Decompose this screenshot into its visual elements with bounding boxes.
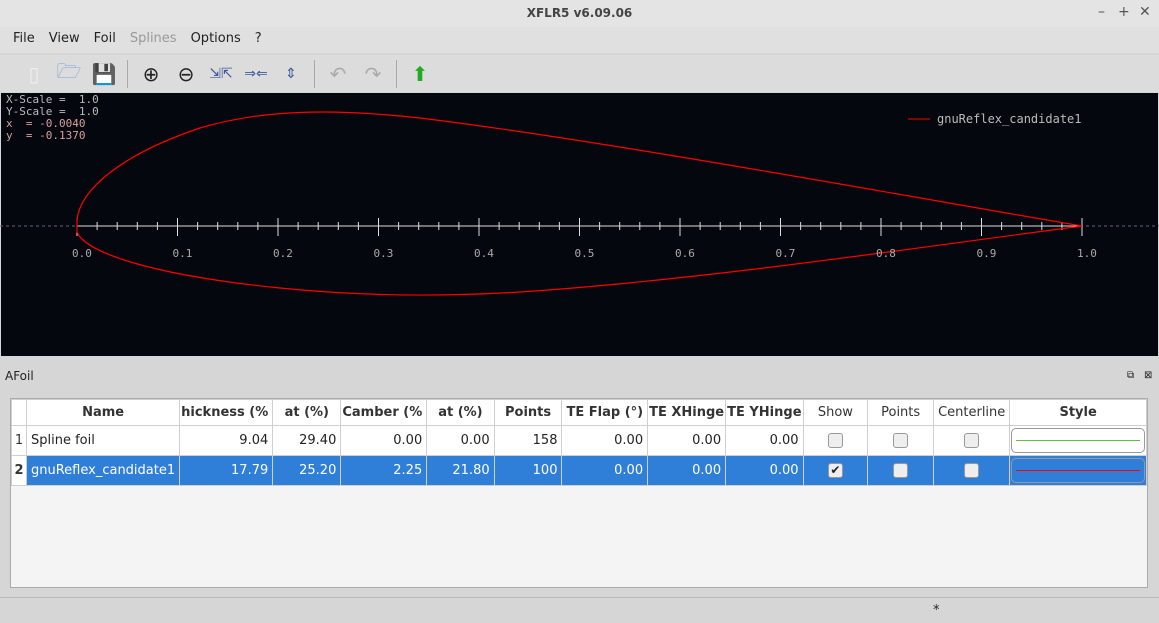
points-cell — [867, 425, 935, 456]
header-thickness-at[interactable]: at (%) — [272, 399, 342, 426]
header-centerline[interactable]: Centerline — [933, 399, 1011, 426]
thickness-cell[interactable]: 9.04 — [179, 425, 274, 456]
show-cell: ✔ — [802, 455, 869, 486]
header-name[interactable]: Name — [25, 399, 181, 426]
points-checkbox[interactable] — [893, 433, 909, 448]
table-row[interactable]: 1 Spline foil 9.04 29.40 0.00 0.00 158 0… — [11, 425, 1147, 456]
style-button[interactable] — [1011, 428, 1145, 453]
points-checkbox[interactable] — [893, 463, 909, 478]
header-show-points[interactable]: Points — [867, 399, 935, 426]
foil-contour — [76, 111, 1083, 296]
thickness-at-cell[interactable]: 29.40 — [272, 425, 342, 456]
legend-label: gnuReflex_candidate1 — [937, 112, 1082, 126]
x-axis-label: 0.4 — [474, 247, 494, 260]
style-line — [1016, 470, 1140, 471]
style-cell[interactable] — [1009, 425, 1147, 456]
x-axis-label: 0.9 — [977, 247, 997, 260]
te-xhinge-cell[interactable]: 0.00 — [647, 425, 727, 456]
float-panel-icon[interactable]: ⧉ — [1127, 370, 1134, 381]
centerline-cell — [933, 455, 1011, 486]
te-flap-cell[interactable]: 0.00 — [561, 455, 649, 486]
points-cell — [867, 455, 935, 486]
corner-header — [11, 399, 27, 426]
te-flap-cell[interactable]: 0.00 — [561, 425, 649, 456]
table-row[interactable]: 2 gnuReflex_candidate1 17.79 25.20 2.25 … — [11, 455, 1147, 486]
header-te-xhinge[interactable]: TE XHinge — [647, 399, 727, 426]
style-cell[interactable] — [1009, 455, 1147, 486]
show-checkbox[interactable]: ✔ — [827, 463, 843, 478]
show-checkbox[interactable] — [827, 433, 843, 448]
x-axis-label: 0.6 — [675, 247, 695, 260]
x-axis-label: 0.8 — [876, 247, 896, 260]
foil-plot[interactable]: X-Scale = 1.0 Y-Scale = 1.0 x = -0.0040 … — [0, 93, 1159, 356]
status-text: * — [933, 603, 940, 618]
te-yhinge-cell[interactable]: 0.00 — [725, 455, 804, 486]
style-line — [1016, 440, 1140, 441]
points-cell[interactable]: 100 — [493, 455, 563, 486]
close-panel-icon[interactable]: ⊠ — [1144, 370, 1152, 381]
status-bar: * — [0, 597, 1159, 623]
x-axis-label: 0.3 — [374, 247, 394, 260]
header-show[interactable]: Show — [802, 399, 869, 426]
header-te-flap[interactable]: TE Flap (°) — [561, 399, 649, 426]
centerline-cell — [933, 425, 1011, 456]
header-thickness[interactable]: hickness (% — [179, 399, 274, 426]
header-camber[interactable]: Camber (% — [340, 399, 428, 426]
x-axis-label: 0.0 — [72, 247, 92, 260]
header-points[interactable]: Points — [493, 399, 563, 426]
header-te-yhinge[interactable]: TE YHinge — [725, 399, 804, 426]
thickness-at-cell[interactable]: 25.20 — [272, 455, 342, 486]
centerline-checkbox[interactable] — [964, 433, 980, 448]
x-axis-label: 1.0 — [1077, 247, 1097, 260]
x-axis-label: 0.2 — [273, 247, 293, 260]
panel-title: AFoil — [5, 369, 34, 383]
te-yhinge-cell[interactable]: 0.00 — [725, 425, 804, 456]
header-camber-at[interactable]: at (%) — [426, 399, 495, 426]
show-cell — [802, 425, 869, 456]
te-xhinge-cell[interactable]: 0.00 — [647, 455, 727, 486]
header-style[interactable]: Style — [1009, 399, 1147, 426]
centerline-checkbox[interactable] — [964, 463, 980, 478]
row-number[interactable]: 1 — [11, 425, 27, 456]
x-axis-ticks — [76, 218, 1083, 236]
camber-at-cell[interactable]: 21.80 — [426, 455, 495, 486]
foil-name[interactable]: gnuReflex_candidate1 — [25, 455, 181, 486]
row-number[interactable]: 2 — [11, 455, 27, 486]
x-axis-label: 0.5 — [575, 247, 595, 260]
style-button[interactable] — [1011, 458, 1145, 483]
points-cell[interactable]: 158 — [493, 425, 563, 456]
x-axis-label: 0.7 — [776, 247, 796, 260]
thickness-cell[interactable]: 17.79 — [179, 455, 274, 486]
camber-cell[interactable]: 0.00 — [340, 425, 428, 456]
x-axis-label: 0.1 — [173, 247, 193, 260]
camber-at-cell[interactable]: 0.00 — [426, 425, 495, 456]
camber-cell[interactable]: 2.25 — [340, 455, 428, 486]
foil-name[interactable]: Spline foil — [25, 425, 181, 456]
foil-table: Name hickness (% at (%) Camber (% at (%)… — [10, 398, 1148, 588]
